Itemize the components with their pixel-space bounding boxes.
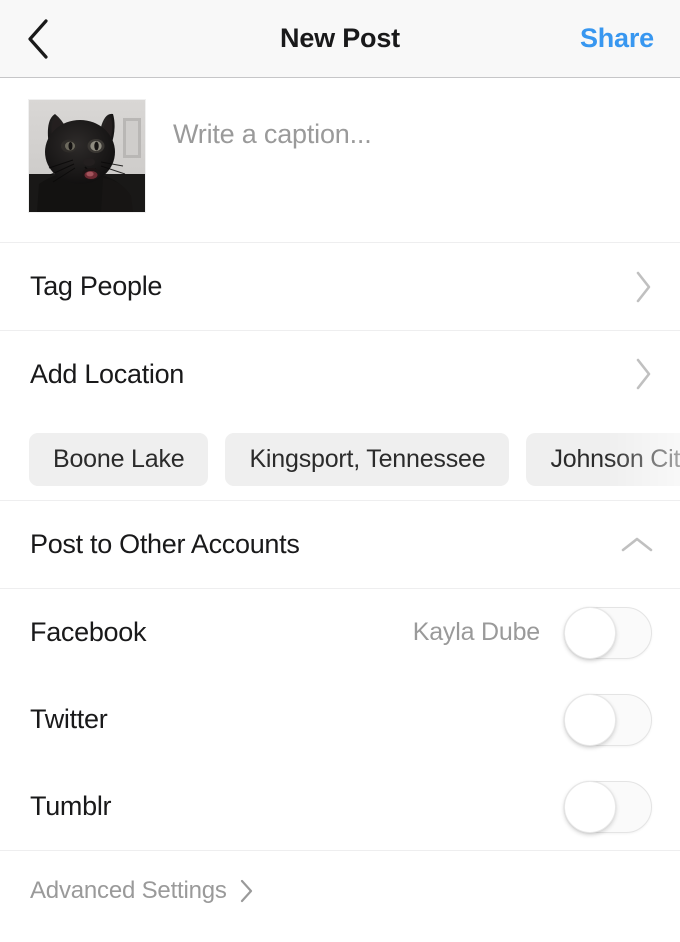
account-row-facebook[interactable]: Facebook Kayla Dube	[0, 589, 680, 676]
toggle-wrap	[564, 693, 652, 746]
account-name: Twitter	[30, 704, 108, 734]
toggle-knob-icon	[564, 606, 616, 659]
tag-people-row[interactable]: Tag People	[0, 243, 680, 331]
location-chip[interactable]: Johnson City	[526, 432, 680, 486]
location-chips: Boone Lake Kingsport, Tennessee Johnson …	[0, 417, 680, 500]
advanced-settings-label: Advanced Settings	[30, 877, 227, 904]
page-title: New Post	[280, 23, 400, 53]
chevron-right-icon	[636, 271, 651, 302]
chevron-up-icon	[621, 537, 653, 551]
account-row-tumblr[interactable]: Tumblr	[0, 763, 680, 850]
chevron-left-icon	[28, 18, 48, 59]
back-button[interactable]	[0, 0, 70, 78]
share-button[interactable]: Share	[580, 23, 654, 54]
location-chip[interactable]: Kingsport, Tennessee	[225, 432, 510, 486]
new-post-screen: New Post Share Write a caption... Tag Pe…	[0, 0, 680, 942]
account-row-twitter[interactable]: Twitter	[0, 676, 680, 763]
post-to-other-accounts-header[interactable]: Post to Other Accounts	[0, 501, 680, 589]
caption-section	[0, 78, 680, 243]
tag-people-label: Tag People	[30, 271, 163, 301]
location-chip[interactable]: Boone Lake	[29, 432, 209, 486]
advanced-settings-row[interactable]: Advanced Settings	[0, 851, 680, 931]
other-accounts-list: Facebook Kayla Dube Twitter Tumblr	[0, 589, 680, 851]
add-location-row[interactable]: Add Location	[0, 331, 680, 417]
chevron-right-icon	[636, 358, 651, 390]
twitter-toggle[interactable]	[564, 693, 652, 746]
navigation-header: New Post Share	[0, 0, 680, 78]
caption-input[interactable]	[173, 100, 680, 160]
advanced-settings-chevron	[239, 878, 255, 904]
account-name: Tumblr	[30, 791, 112, 821]
bottom-filler	[0, 931, 680, 942]
toggle-knob-icon	[564, 693, 616, 746]
facebook-toggle[interactable]	[564, 606, 652, 659]
post-thumbnail[interactable]	[29, 100, 145, 212]
tumblr-toggle[interactable]	[564, 780, 652, 833]
account-username: Kayla Dube	[412, 618, 540, 646]
post-to-other-accounts-title: Post to Other Accounts	[30, 529, 300, 559]
account-name: Facebook	[30, 617, 147, 647]
toggle-wrap	[564, 606, 652, 659]
toggle-wrap	[564, 780, 652, 833]
add-location-label: Add Location	[30, 358, 185, 389]
location-suggestions-strip[interactable]: Boone Lake Kingsport, Tennessee Johnson …	[0, 417, 680, 501]
chevron-right-icon	[240, 879, 252, 903]
black-cat-photo-icon	[29, 100, 145, 212]
toggle-knob-icon	[564, 780, 616, 833]
